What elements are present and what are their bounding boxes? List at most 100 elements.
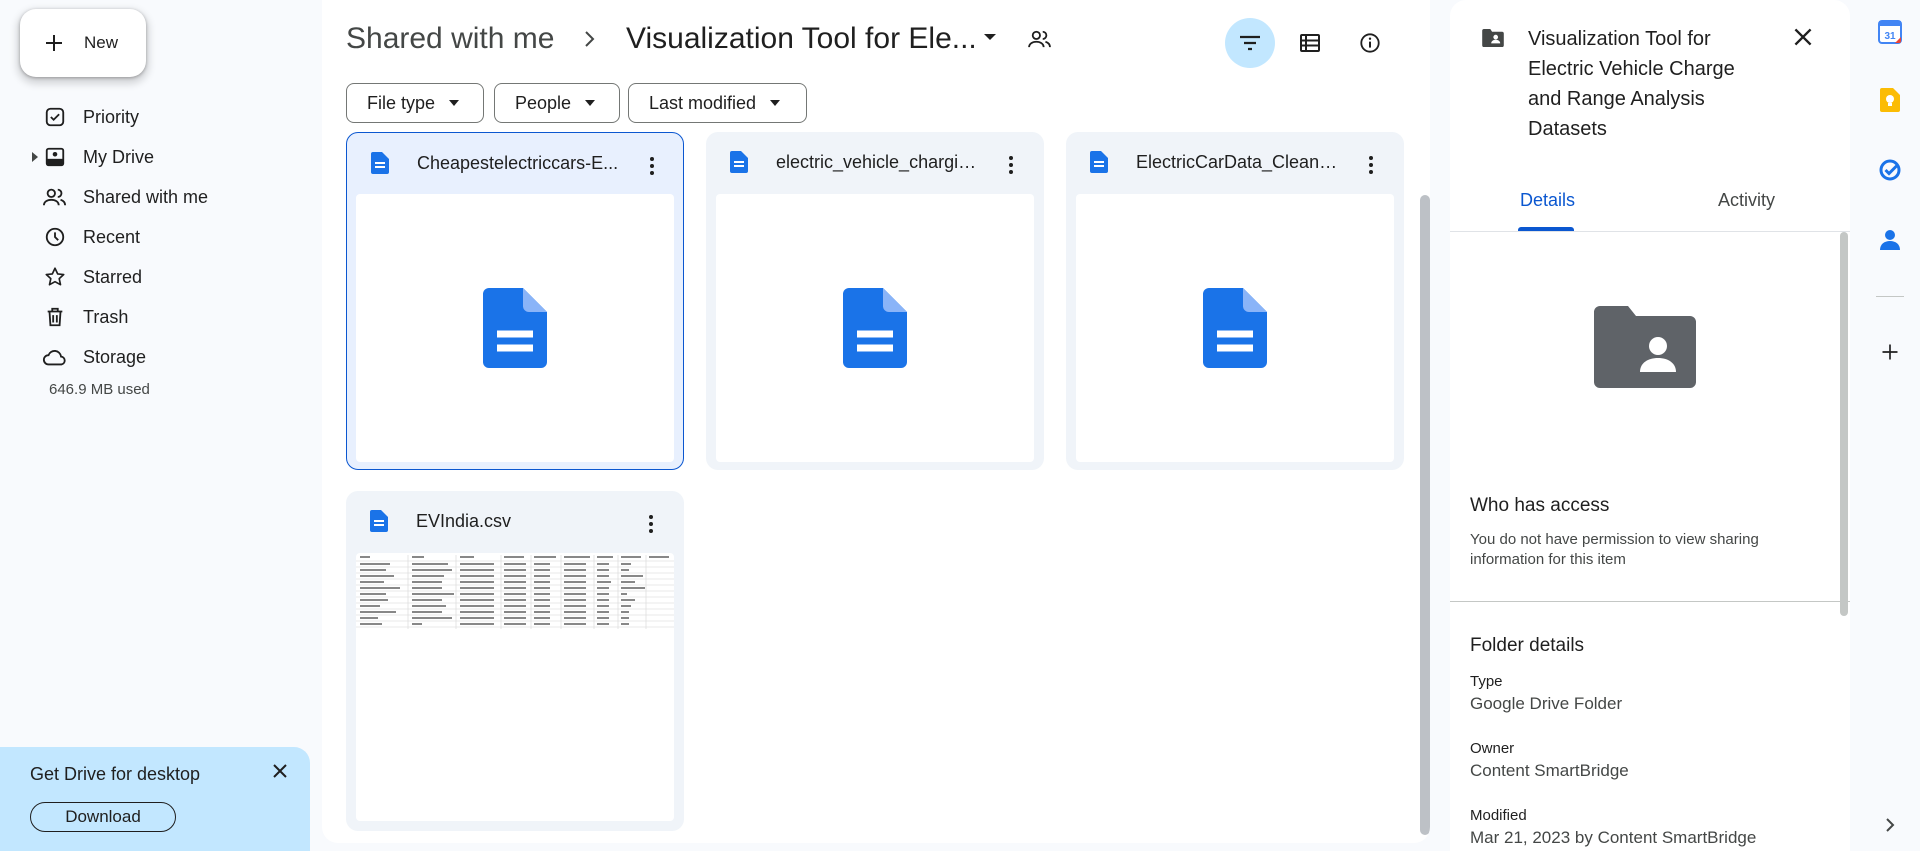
- more-actions-button[interactable]: [996, 150, 1026, 180]
- breadcrumb-root[interactable]: Shared with me: [346, 22, 554, 56]
- new-button[interactable]: New: [20, 9, 146, 77]
- recent-icon: [42, 224, 68, 250]
- breadcrumb-current[interactable]: Visualization Tool for Ele...: [626, 22, 977, 56]
- sidebar-item-priority[interactable]: Priority: [0, 97, 320, 137]
- tasks-app-button[interactable]: [1870, 150, 1910, 190]
- plus-icon: [46, 35, 62, 51]
- more-vert-icon: [649, 515, 653, 533]
- people-icon[interactable]: [1028, 29, 1052, 49]
- doc-icon: [1203, 288, 1267, 368]
- more-vert-icon: [650, 157, 654, 175]
- chevron-down-icon[interactable]: [983, 32, 997, 42]
- close-icon[interactable]: [268, 759, 292, 783]
- keep-app-button[interactable]: [1870, 80, 1910, 120]
- priority-icon: [42, 104, 68, 130]
- sidebar-item-recent[interactable]: Recent: [0, 217, 320, 257]
- download-button[interactable]: Download: [30, 802, 176, 832]
- sidebar-item-label: Storage: [83, 346, 147, 367]
- doc-icon: [730, 151, 748, 173]
- divider: [1450, 601, 1850, 602]
- sidebar-item-trash[interactable]: Trash: [0, 297, 320, 337]
- file-card[interactable]: ElectricCarData_Clean.csv: [1066, 132, 1404, 470]
- new-button-label: New: [84, 33, 119, 52]
- spreadsheet-preview: [356, 553, 674, 821]
- doc-icon: [370, 510, 388, 532]
- type-value: Google Drive Folder: [1470, 694, 1623, 713]
- show-side-panel-button[interactable]: [1870, 805, 1910, 845]
- file-name: ElectricCarData_Clean.csv: [1136, 152, 1342, 172]
- more-vert-icon: [1009, 156, 1013, 174]
- file-name: EVIndia.csv: [416, 511, 512, 531]
- sidebar-item-starred[interactable]: Starred: [0, 257, 320, 297]
- list-view-icon: [1300, 34, 1320, 52]
- more-actions-button[interactable]: [637, 151, 667, 181]
- promo-title: Get Drive for desktop: [30, 764, 201, 784]
- chevron-right-icon: [585, 31, 595, 47]
- plus-icon: [1882, 344, 1898, 360]
- my-drive-icon: [42, 144, 68, 170]
- tasks-icon: [1879, 159, 1901, 181]
- sidebar-item-my-drive[interactable]: My Drive: [0, 137, 320, 177]
- file-name: electric_vehicle_chargin...: [776, 152, 982, 172]
- filter-label: File type: [367, 92, 436, 113]
- access-text: You do not have permission to view shari…: [1470, 531, 1759, 568]
- calendar-app-button[interactable]: 31: [1870, 12, 1910, 52]
- desktop-promo: Get Drive for desktop Download: [0, 747, 310, 851]
- more-actions-button[interactable]: [1356, 150, 1386, 180]
- access-heading: Who has access: [1470, 495, 1610, 516]
- file-card[interactable]: electric_vehicle_chargin...: [706, 132, 1044, 470]
- filter-button[interactable]: [1225, 18, 1275, 68]
- filter-people[interactable]: People: [494, 83, 620, 123]
- filter-file-type[interactable]: File type: [346, 83, 484, 123]
- trash-icon: [42, 304, 68, 330]
- doc-icon: [1090, 151, 1108, 173]
- sidebar-item-label: Shared with me: [83, 186, 209, 207]
- side-apps-rail: 31: [1862, 0, 1920, 851]
- modified-value: Mar 21, 2023 by Content SmartBridge: [1470, 828, 1757, 847]
- sidebar-item-storage[interactable]: Storage: [0, 337, 320, 377]
- file-card[interactable]: EVIndia.csv: [346, 491, 684, 831]
- storage-used-text: 646.9 MB used: [49, 381, 150, 398]
- more-vert-icon: [1369, 156, 1373, 174]
- close-icon[interactable]: [1790, 24, 1816, 50]
- calendar-icon: 31: [1878, 20, 1902, 44]
- shared-folder-icon: [1482, 29, 1504, 47]
- doc-icon: [843, 288, 907, 368]
- shared-folder-icon: [1594, 306, 1696, 388]
- panel-scrollbar[interactable]: [1840, 232, 1848, 616]
- main-content: Shared with me Visualization Tool for El…: [322, 0, 1430, 843]
- list-view-button[interactable]: [1285, 18, 1335, 68]
- sidebar-item-label: Recent: [83, 226, 141, 247]
- chevron-right-icon: [1886, 818, 1895, 832]
- chevron-down-icon: [585, 100, 596, 106]
- spreadsheet-preview-image: [356, 555, 674, 629]
- file-thumbnail: [1076, 194, 1394, 462]
- chevron-down-icon: [770, 100, 781, 106]
- more-actions-button[interactable]: [636, 509, 666, 539]
- filter-last-modified[interactable]: Last modified: [628, 83, 807, 123]
- filter-icon: [1240, 35, 1260, 51]
- divider: [1876, 296, 1904, 297]
- sidebar-item-shared-with-me[interactable]: Shared with me: [0, 177, 320, 217]
- contacts-app-button[interactable]: [1870, 220, 1910, 260]
- file-card[interactable]: Cheapestelectriccars-E...: [346, 132, 684, 470]
- filter-label: People: [515, 92, 572, 113]
- folder-details-heading: Folder details: [1470, 635, 1585, 656]
- star-icon: [42, 264, 68, 290]
- expand-caret-icon[interactable]: [32, 152, 38, 162]
- main-scrollbar[interactable]: [1420, 195, 1430, 835]
- keep-icon: [1880, 88, 1900, 112]
- modified-label: Modified: [1470, 807, 1527, 824]
- info-icon: [1360, 33, 1380, 53]
- tab-activity[interactable]: Activity: [1718, 190, 1775, 211]
- details-button[interactable]: [1345, 18, 1395, 68]
- doc-icon: [371, 152, 389, 174]
- divider: [1450, 231, 1850, 232]
- cloud-icon: [42, 344, 68, 370]
- chevron-down-icon: [449, 100, 460, 106]
- file-thumbnail: [356, 194, 674, 462]
- doc-icon: [483, 288, 547, 368]
- get-addons-button[interactable]: [1870, 332, 1910, 372]
- tab-details[interactable]: Details: [1520, 190, 1575, 211]
- details-panel: Visualization Tool for Electric Vehicle …: [1450, 0, 1850, 851]
